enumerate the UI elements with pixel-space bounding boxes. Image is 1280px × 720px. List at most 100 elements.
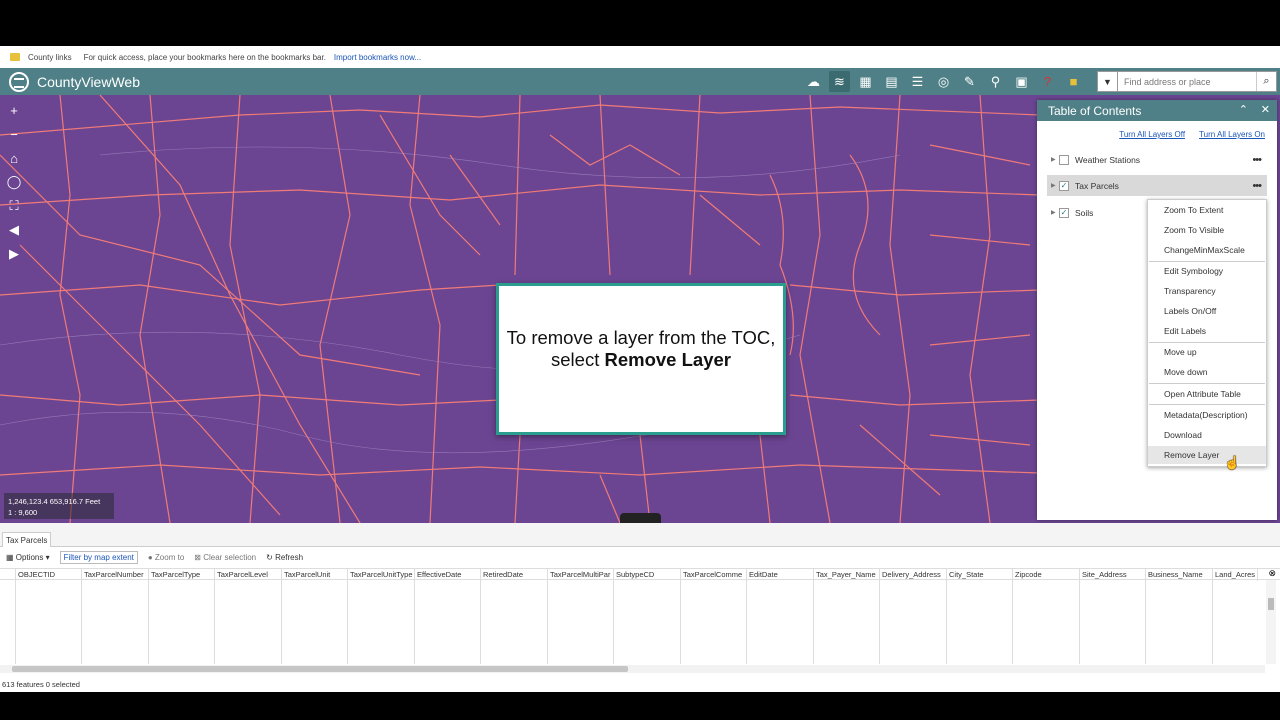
- layer-checkbox[interactable]: [1059, 154, 1069, 165]
- turn-all-on-link[interactable]: Turn All Layers On: [1199, 130, 1265, 139]
- layer-label: Weather Stations: [1075, 154, 1141, 165]
- bookmark-folder-link[interactable]: County links: [28, 53, 72, 62]
- clear-selection-button[interactable]: ⊠ Clear selection: [194, 553, 256, 562]
- search-input[interactable]: [1118, 72, 1256, 91]
- table-column: [215, 580, 282, 664]
- menu-labels-on-off[interactable]: Labels On/Off: [1148, 302, 1266, 320]
- refresh-button[interactable]: ↻ Refresh: [266, 553, 303, 562]
- layer-label: Tax Parcels: [1075, 180, 1119, 191]
- menu-move-down[interactable]: Move down: [1148, 363, 1266, 381]
- layer-row-weather-stations[interactable]: ▶ Weather Stations •••: [1047, 149, 1267, 170]
- list-icon[interactable]: ☰: [907, 71, 928, 92]
- callout-text-bold: Remove Layer: [604, 349, 731, 370]
- menu-change-min-max-scale[interactable]: ChangeMinMaxScale: [1148, 241, 1266, 259]
- search-box: ▼ ⌕: [1097, 71, 1277, 92]
- tab-tax-parcels[interactable]: Tax Parcels: [2, 532, 52, 547]
- instruction-callout: To remove a layer from the TOC, select R…: [496, 283, 786, 435]
- save-icon[interactable]: ▣: [1011, 71, 1032, 92]
- layer-checkbox[interactable]: ✓: [1059, 180, 1069, 191]
- app-header: CountyViewWeb ☁ ≋ ▦ ▤ ☰ ◎ ✎ ⚲ ▣ ? ■ ▼ ⌕: [0, 68, 1280, 95]
- close-table-icon[interactable]: ⊗: [1268, 568, 1276, 579]
- folder-icon: [10, 53, 20, 61]
- table-column: [747, 580, 814, 664]
- layer-checkbox[interactable]: ✓: [1059, 207, 1069, 218]
- callout-text: To remove a layer from the TOC, select R…: [499, 327, 783, 371]
- menu-transparency[interactable]: Transparency: [1148, 282, 1266, 300]
- legend-icon[interactable]: ▦: [855, 71, 876, 92]
- zoom-in-icon[interactable]: +: [6, 101, 22, 119]
- menu-edit-labels[interactable]: Edit Labels: [1148, 322, 1266, 340]
- menu-zoom-to-visible[interactable]: Zoom To Visible: [1148, 221, 1266, 239]
- table-column: [1013, 580, 1080, 664]
- close-icon[interactable]: ✕: [1261, 103, 1270, 116]
- table-column: [149, 580, 215, 664]
- attribute-table-panel: Tax Parcels ▦ Options ▾ Filter by map ex…: [0, 523, 1280, 692]
- table-header: OBJECTID TaxParcelNumber TaxParcelType T…: [0, 568, 1280, 581]
- chevron-down-icon[interactable]: ▼: [1098, 72, 1118, 91]
- toc-header: Table of Contents ⌃ ✕: [1037, 100, 1277, 121]
- layer-context-menu: Zoom To Extent Zoom To Visible ChangeMin…: [1147, 199, 1267, 467]
- table-column: [947, 580, 1013, 664]
- menu-metadata[interactable]: Metadata(Description): [1148, 406, 1266, 424]
- menu-move-up[interactable]: Move up: [1148, 343, 1266, 361]
- menu-zoom-to-extent[interactable]: Zoom To Extent: [1148, 201, 1266, 219]
- table-body: [0, 580, 1265, 664]
- attribute-table-toolbar: ▦ Options ▾ Filter by map extent ● Zoom …: [6, 551, 303, 564]
- table-column: [82, 580, 149, 664]
- expand-caret-icon[interactable]: ▶: [1051, 209, 1059, 216]
- menu-divider: [1149, 404, 1265, 405]
- expand-caret-icon[interactable]: ▶: [1051, 156, 1059, 163]
- zoom-to-button[interactable]: ● Zoom to: [148, 553, 184, 562]
- measure-icon[interactable]: ✎: [959, 71, 980, 92]
- basemap-globe-icon[interactable]: ☁: [803, 71, 824, 92]
- collapse-table-handle[interactable]: [620, 513, 661, 523]
- table-column: [415, 580, 481, 664]
- pin-icon: ●: [147, 553, 155, 562]
- coordinates-text: 1,246,123.4 653,916.7 Feet: [8, 497, 101, 506]
- table-column: [1146, 580, 1213, 664]
- import-bookmarks-link[interactable]: Import bookmarks now...: [334, 53, 421, 62]
- table-column: [614, 580, 681, 664]
- options-label: Options: [15, 553, 44, 562]
- horizontal-scrollbar[interactable]: [0, 665, 1265, 673]
- table-column: [548, 580, 614, 664]
- zoom-out-icon[interactable]: −: [6, 125, 22, 143]
- table-column: [814, 580, 880, 664]
- table-column: [348, 580, 415, 664]
- feature-count-status: 613 features 0 selected: [2, 680, 80, 689]
- app-title: CountyViewWeb: [37, 73, 140, 90]
- layer-label: Soils: [1075, 207, 1094, 218]
- filter-by-extent-button[interactable]: Filter by map extent: [59, 551, 138, 564]
- refresh-icon: ↻: [266, 553, 276, 562]
- locate-icon[interactable]: ◯: [6, 173, 22, 191]
- table-icon[interactable]: ▤: [881, 71, 902, 92]
- menu-open-attribute-table[interactable]: Open Attribute Table: [1148, 385, 1266, 403]
- turn-all-off-link[interactable]: Turn All Layers Off: [1119, 130, 1185, 139]
- table-column: [681, 580, 747, 664]
- collapse-icon[interactable]: ⌃: [1239, 103, 1248, 116]
- bookmarks-hint: For quick access, place your bookmarks h…: [83, 52, 326, 62]
- table-column: [16, 580, 82, 664]
- compass-icon[interactable]: ◎: [933, 71, 954, 92]
- toc-links: Turn All Layers Off Turn All Layers On: [1119, 130, 1265, 139]
- expand-caret-icon[interactable]: ▶: [1051, 182, 1059, 189]
- search-icon[interactable]: ⌕: [1256, 72, 1276, 91]
- more-options-icon[interactable]: •••: [1252, 180, 1262, 192]
- menu-download[interactable]: Download: [1148, 426, 1266, 444]
- attribute-table-tabs: Tax Parcels: [0, 523, 1280, 547]
- menu-remove-layer[interactable]: Remove Layer: [1148, 446, 1266, 464]
- tools-icon[interactable]: ⚲: [985, 71, 1006, 92]
- fullscreen-icon[interactable]: ⛶: [6, 197, 22, 215]
- more-options-icon[interactable]: •••: [1252, 154, 1262, 166]
- layer-row-tax-parcels[interactable]: ▶ ✓ Tax Parcels •••: [1047, 175, 1267, 196]
- help-icon[interactable]: ?: [1037, 71, 1058, 92]
- back-arrow-icon[interactable]: ◀: [6, 221, 22, 239]
- options-menu[interactable]: ▦ Options ▾: [6, 553, 50, 562]
- forward-arrow-icon[interactable]: ▶: [6, 245, 22, 263]
- layers-icon[interactable]: ≋: [829, 71, 850, 92]
- menu-edit-symbology[interactable]: Edit Symbology: [1148, 262, 1266, 280]
- home-icon[interactable]: ⌂: [6, 149, 22, 167]
- table-column: [481, 580, 548, 664]
- vertical-scrollbar[interactable]: [1266, 580, 1276, 664]
- bookmark-icon[interactable]: ■: [1063, 71, 1084, 92]
